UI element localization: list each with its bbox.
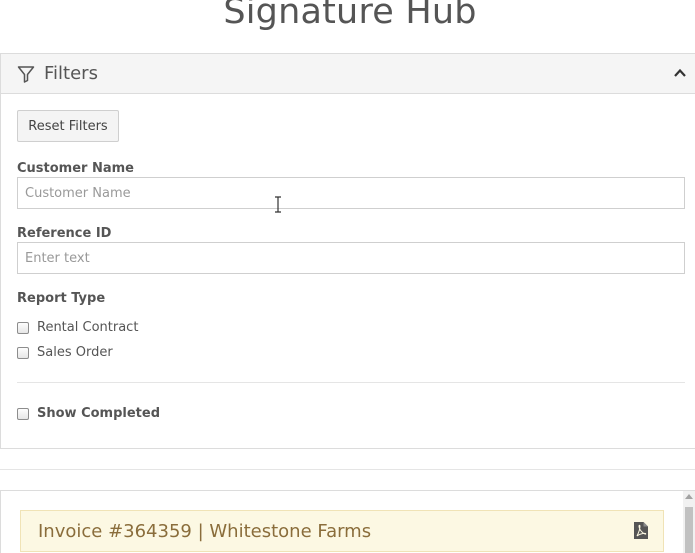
sales-order-checkbox[interactable] (17, 346, 29, 359)
sales-order-checkbox-row[interactable]: Sales Order (17, 345, 113, 360)
section-separator (0, 469, 695, 470)
filters-panel: Filters Reset Filters Customer Name Refe… (0, 53, 695, 449)
customer-name-label: Customer Name (17, 161, 134, 176)
report-type-label: Report Type (17, 291, 106, 306)
filters-title: Filters (44, 63, 98, 84)
rental-contract-label: Rental Contract (37, 320, 139, 335)
show-completed-checkbox[interactable] (17, 407, 29, 420)
chevron-up-icon[interactable] (673, 66, 687, 80)
rental-contract-checkbox-row[interactable]: Rental Contract (17, 320, 138, 335)
invoice-card[interactable]: Invoice #364359 | Whitestone Farms (20, 510, 664, 552)
funnel-icon (17, 65, 35, 83)
customer-name-input[interactable] (17, 177, 685, 209)
show-completed-checkbox-row[interactable]: Show Completed (17, 406, 160, 421)
scroll-thumb[interactable] (685, 507, 693, 553)
sales-order-label: Sales Order (37, 345, 113, 360)
scroll-up-arrow-icon[interactable] (685, 494, 693, 499)
reference-id-label: Reference ID (17, 226, 112, 241)
invoice-title[interactable]: Invoice #364359 | Whitestone Farms (38, 521, 371, 542)
text-cursor-icon (275, 196, 281, 213)
page-title: Signature Hub (223, 0, 477, 32)
filters-divider (17, 382, 685, 383)
reference-id-input[interactable] (17, 242, 685, 274)
results-panel: Invoice #364359 | Whitestone Farms (0, 490, 695, 553)
pdf-file-icon[interactable] (633, 521, 649, 540)
reset-filters-button[interactable]: Reset Filters (17, 110, 119, 142)
show-completed-label: Show Completed (37, 406, 161, 421)
filters-header[interactable]: Filters (1, 54, 695, 94)
results-scrollbar[interactable] (683, 491, 695, 553)
rental-contract-checkbox[interactable] (17, 321, 29, 334)
